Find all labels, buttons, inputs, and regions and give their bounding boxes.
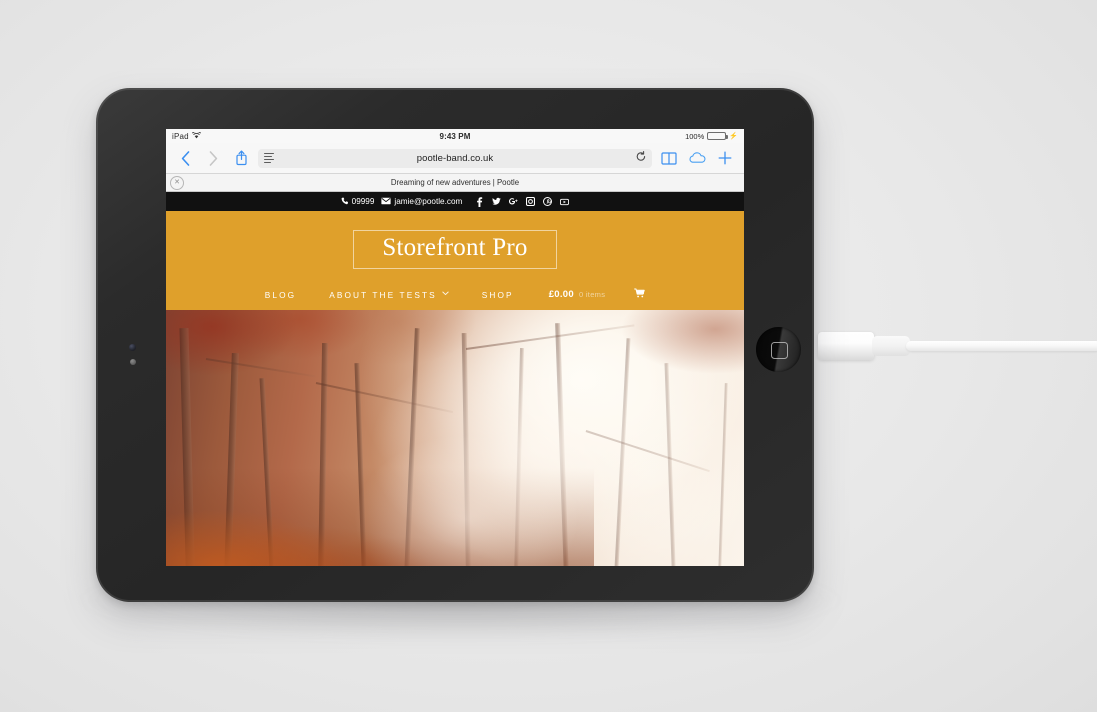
home-button[interactable] bbox=[756, 327, 801, 372]
phone-icon bbox=[341, 197, 349, 207]
url-text: pootle-band.co.uk bbox=[416, 152, 494, 164]
battery-icon bbox=[707, 132, 728, 140]
safari-tab-bar: ✕ Dreaming of new adventures | Pootle bbox=[166, 174, 744, 192]
cloud-icon[interactable] bbox=[686, 147, 708, 169]
site-navigation: BLOG ABOUT THE TESTS SHOP £0.00 0 items bbox=[166, 288, 744, 301]
site-logo-text: Storefront Pro bbox=[382, 234, 528, 261]
shopping-cart-icon[interactable] bbox=[634, 288, 645, 301]
envelope-icon bbox=[381, 197, 392, 207]
ios-status-bar: iPad 9:43 PM 100% ⚡ bbox=[166, 129, 744, 143]
cart-total-price: £0.00 bbox=[548, 289, 574, 300]
status-bar-right: 100% ⚡ bbox=[685, 132, 738, 141]
nav-label-blog: BLOG bbox=[264, 289, 297, 300]
email-contact[interactable]: jamie@pootle.com bbox=[381, 197, 462, 207]
ambient-sensor-icon bbox=[130, 359, 136, 365]
googleplus-icon[interactable] bbox=[509, 197, 518, 206]
social-links bbox=[475, 196, 570, 207]
status-bar-clock: 9:43 PM bbox=[439, 131, 471, 141]
website-content: 09999 jamie@pootle.com Storefront Pro BL… bbox=[166, 192, 744, 566]
cable-strain-relief bbox=[872, 336, 910, 356]
hero-mist-layer bbox=[166, 310, 744, 566]
reload-button[interactable] bbox=[636, 151, 646, 165]
hero-image bbox=[166, 310, 744, 566]
email-address: jamie@pootle.com bbox=[394, 197, 463, 206]
new-tab-icon[interactable] bbox=[714, 147, 736, 169]
cable-cord bbox=[906, 341, 1097, 351]
phone-number: 09999 bbox=[351, 197, 375, 206]
back-button[interactable] bbox=[174, 147, 196, 169]
nav-label-about-the-tests: ABOUT THE TESTS bbox=[329, 289, 437, 300]
ipad-screen: iPad 9:43 PM 100% ⚡ pootle-band.co.uk ✕ … bbox=[166, 129, 744, 566]
tab-title[interactable]: Dreaming of new adventures | Pootle bbox=[166, 178, 744, 187]
cart-item-count: 0 items bbox=[578, 290, 606, 299]
nav-item-shop[interactable]: SHOP bbox=[482, 290, 514, 300]
nav-label-shop: SHOP bbox=[481, 289, 514, 300]
site-logo[interactable]: Storefront Pro bbox=[353, 230, 557, 270]
youtube-icon[interactable] bbox=[560, 198, 570, 206]
front-camera-icon bbox=[129, 344, 136, 351]
twitter-icon[interactable] bbox=[492, 197, 501, 206]
site-header: Storefront Pro BLOG ABOUT THE TESTS SHOP bbox=[166, 211, 744, 310]
battery-percent-label: 100% bbox=[685, 131, 705, 141]
share-icon[interactable] bbox=[230, 147, 252, 169]
chevron-down-icon bbox=[442, 291, 449, 298]
lightning-cable bbox=[800, 300, 1097, 400]
instagram-icon[interactable] bbox=[526, 197, 536, 206]
facebook-icon[interactable] bbox=[475, 196, 484, 207]
nav-item-blog[interactable]: BLOG bbox=[265, 290, 296, 300]
address-bar[interactable]: pootle-band.co.uk bbox=[258, 148, 652, 168]
cart-summary[interactable]: £0.00 0 items bbox=[549, 288, 646, 301]
battery-cap bbox=[726, 135, 728, 139]
nav-item-about-the-tests[interactable]: ABOUT THE TESTS bbox=[329, 290, 449, 300]
ipad-device: iPad 9:43 PM 100% ⚡ pootle-band.co.uk ✕ … bbox=[93, 85, 817, 605]
charging-bolt-icon: ⚡ bbox=[729, 133, 738, 140]
pinterest-icon[interactable] bbox=[543, 197, 553, 206]
site-contact-bar: 09999 jamie@pootle.com bbox=[166, 192, 744, 211]
home-button-square-icon bbox=[771, 342, 788, 359]
cable-plug bbox=[818, 332, 874, 360]
bookmarks-icon[interactable] bbox=[658, 147, 680, 169]
forward-button[interactable] bbox=[202, 147, 224, 169]
phone-contact[interactable]: 09999 bbox=[341, 197, 375, 207]
safari-toolbar: pootle-band.co.uk bbox=[166, 143, 744, 174]
